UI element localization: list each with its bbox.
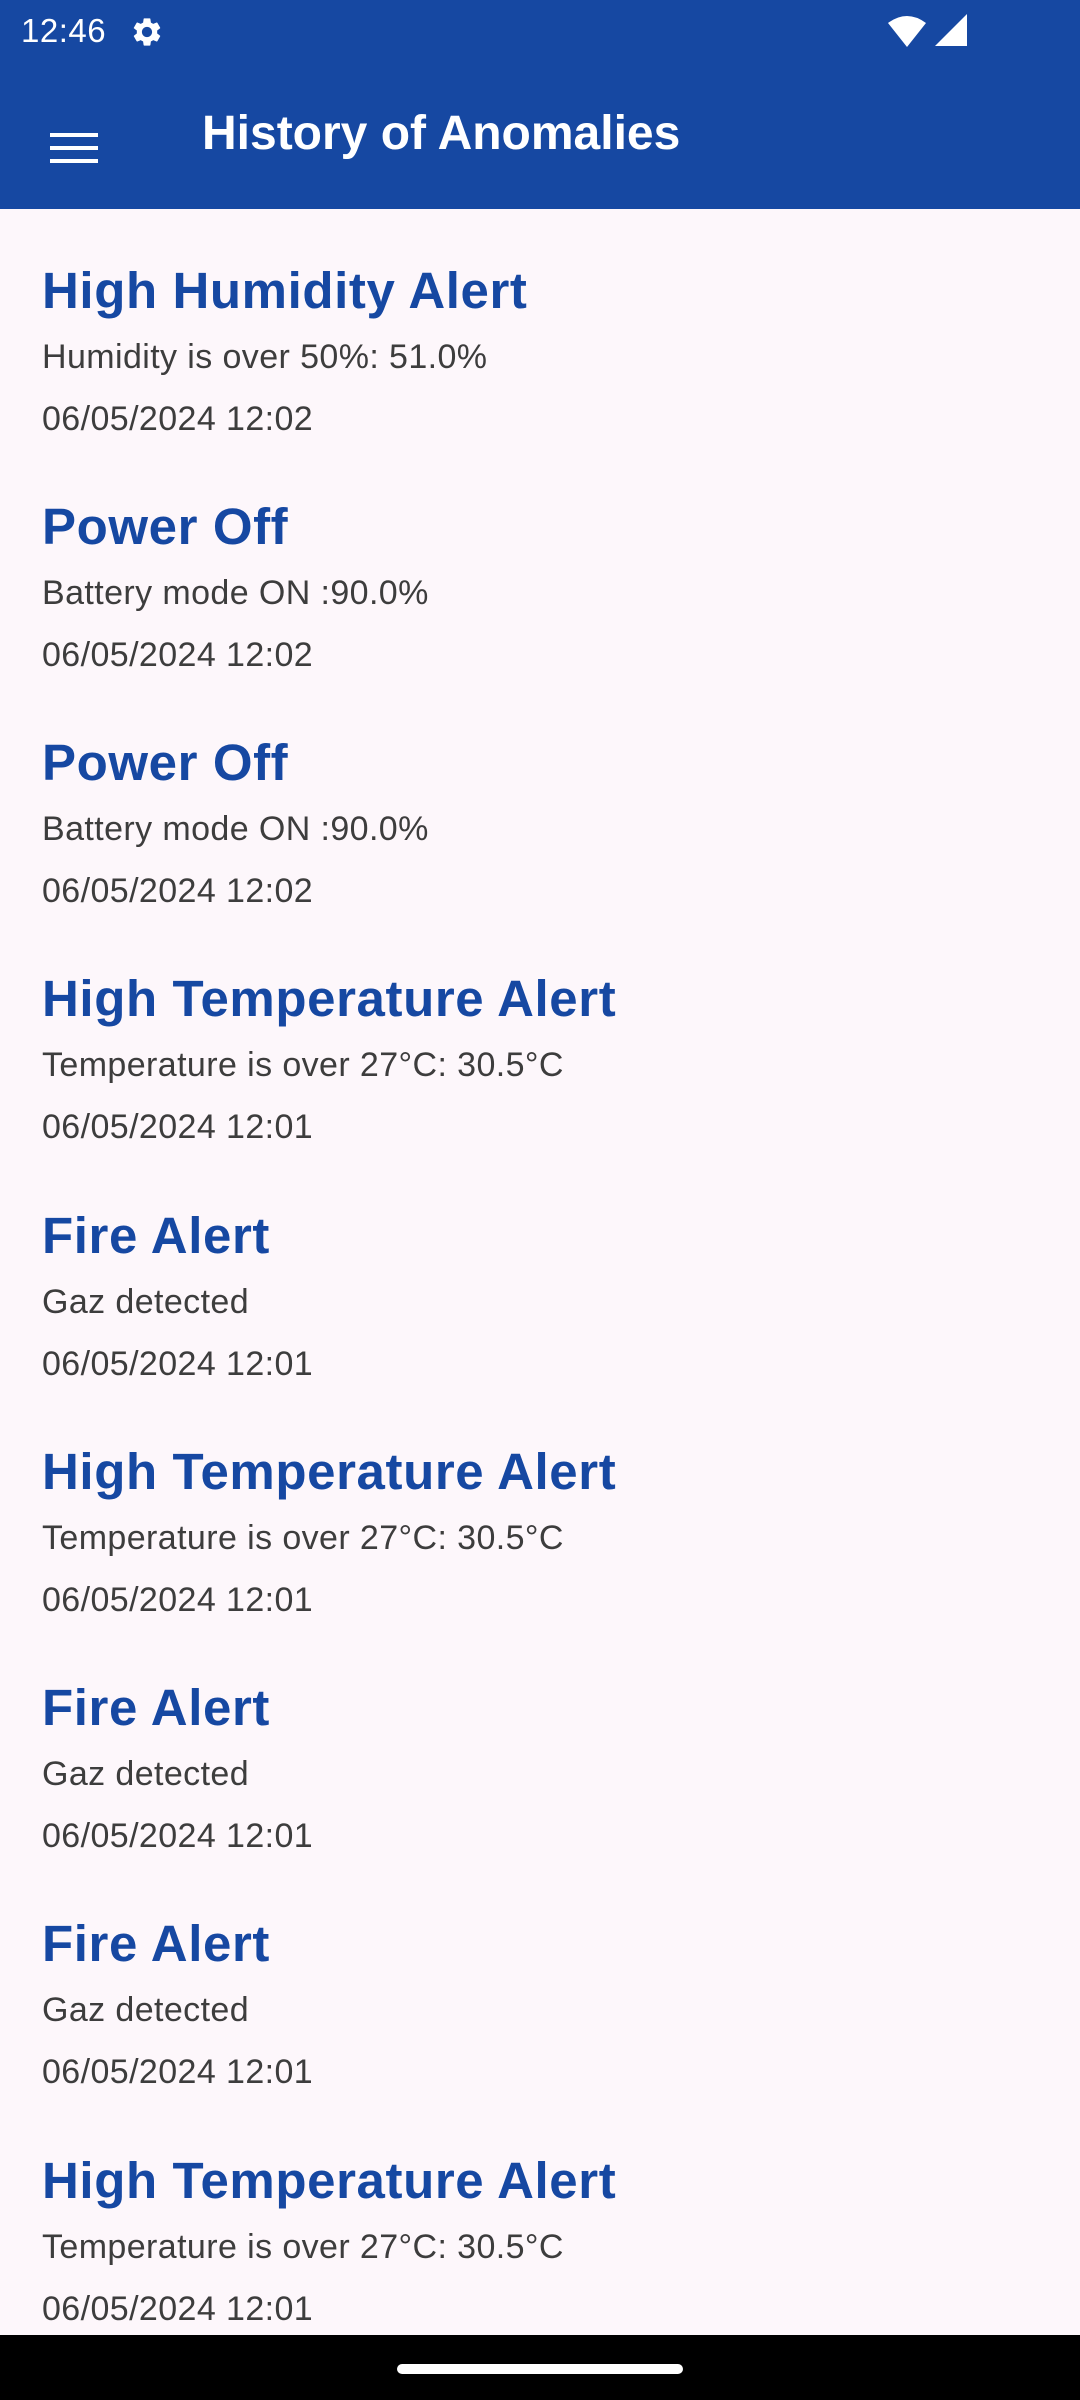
gear-icon: [133, 18, 161, 46]
anomaly-item[interactable]: High Humidity Alert Humidity is over 50%…: [42, 209, 1042, 445]
anomaly-description: Battery mode ON :90.0%: [42, 810, 429, 848]
anomaly-date: 06/05/2024 12:02: [42, 636, 314, 674]
anomaly-date: 06/05/2024 12:01: [42, 1817, 314, 1855]
anomaly-date: 06/05/2024 12:01: [42, 1345, 314, 1383]
anomaly-item[interactable]: Power Off Battery mode ON :90.0% 06/05/2…: [42, 681, 1042, 917]
anomaly-description: Temperature is over 27°C: 30.5°C: [42, 1519, 564, 1557]
anomaly-item[interactable]: High Temperature Alert Temperature is ov…: [42, 1390, 1042, 1626]
anomaly-date: 06/05/2024 12:01: [42, 1581, 314, 1619]
anomaly-description: Temperature is over 27°C: 30.5°C: [42, 2228, 564, 2266]
home-gesture-handle[interactable]: [397, 2364, 683, 2374]
anomaly-title: High Temperature Alert: [42, 1443, 617, 1500]
anomaly-item[interactable]: High Temperature Alert Temperature is ov…: [42, 917, 1042, 1153]
anomaly-title: Fire Alert: [42, 1679, 271, 1736]
page-title: History of Anomalies: [202, 107, 681, 160]
anomaly-date: 06/05/2024 12:02: [42, 872, 314, 910]
anomaly-description: Gaz detected: [42, 1755, 250, 1793]
anomaly-date: 06/05/2024 12:02: [42, 400, 314, 438]
anomaly-description: Temperature is over 27°C: 30.5°C: [42, 1046, 564, 1084]
anomaly-item[interactable]: Fire Alert Gaz detected 06/05/2024 12:01: [42, 1862, 1042, 2098]
anomaly-description: Gaz detected: [42, 1283, 250, 1321]
anomaly-title: Power Off: [42, 734, 289, 791]
status-bar: 12:46: [0, 0, 1080, 62]
anomaly-title: High Humidity Alert: [42, 262, 528, 319]
cell-signal-icon: [935, 14, 967, 46]
anomaly-title: Fire Alert: [42, 1207, 271, 1264]
anomaly-item[interactable]: Power Off Battery mode ON :90.0% 06/05/2…: [42, 445, 1042, 681]
hamburger-menu-icon: [50, 133, 98, 163]
menu-button[interactable]: [32, 106, 116, 190]
status-time: 12:46: [21, 12, 107, 49]
anomaly-title: High Temperature Alert: [42, 970, 617, 1027]
anomaly-description: Battery mode ON :90.0%: [42, 574, 429, 612]
anomaly-item[interactable]: Fire Alert Gaz detected 06/05/2024 12:01: [42, 1626, 1042, 1862]
system-navigation-bar: [0, 2335, 1080, 2400]
anomaly-list: High Humidity Alert Humidity is over 50%…: [0, 209, 1080, 2335]
anomaly-date: 06/05/2024 12:01: [42, 2053, 314, 2091]
app-bar: History of Anomalies: [0, 62, 1080, 209]
anomaly-description: Humidity is over 50%: 51.0%: [42, 338, 488, 376]
anomaly-title: Fire Alert: [42, 1915, 271, 1972]
anomaly-title: High Temperature Alert: [42, 2152, 617, 2209]
anomaly-item[interactable]: High Temperature Alert Temperature is ov…: [42, 2099, 1042, 2335]
anomaly-title: Power Off: [42, 498, 289, 555]
wifi-icon: [888, 16, 926, 47]
anomaly-item[interactable]: Fire Alert Gaz detected 06/05/2024 12:01: [42, 1154, 1042, 1390]
anomaly-date: 06/05/2024 12:01: [42, 1108, 314, 1146]
anomaly-description: Gaz detected: [42, 1991, 250, 2029]
anomaly-date: 06/05/2024 12:01: [42, 2290, 314, 2328]
